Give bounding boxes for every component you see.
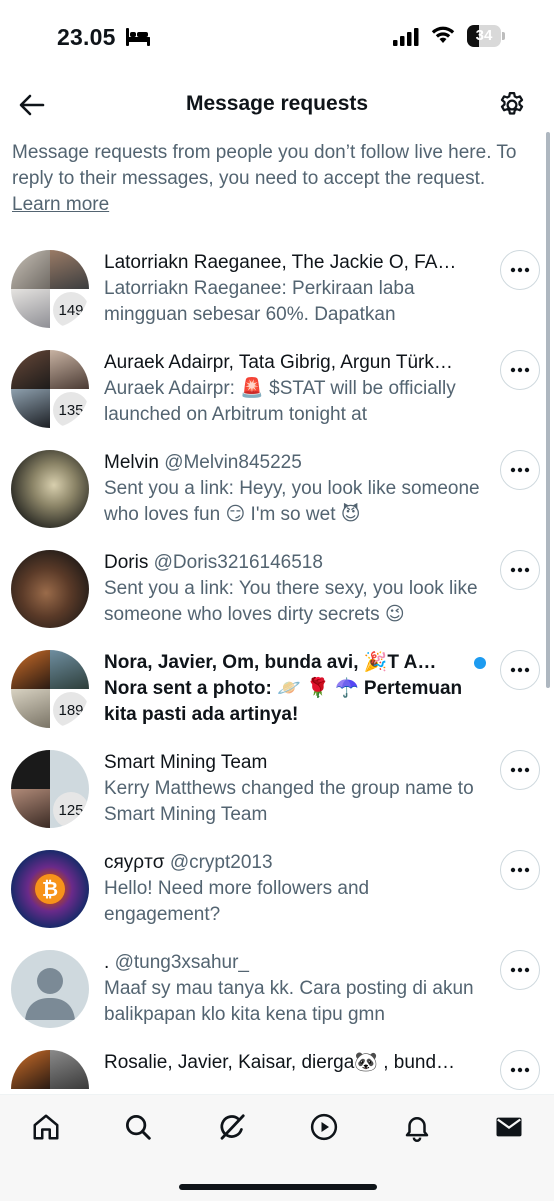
more-options-button[interactable] bbox=[500, 750, 540, 790]
more-options-button[interactable] bbox=[500, 350, 540, 390]
search-icon bbox=[126, 1115, 151, 1140]
conversation-name: Melvin bbox=[104, 452, 159, 473]
page-title: Message requests bbox=[185, 92, 369, 115]
message-preview: Maaf sy mau tanya kk. Cara posting di ak… bbox=[104, 978, 474, 1025]
bell-icon bbox=[405, 1117, 429, 1142]
default-profile-icon bbox=[25, 968, 75, 1020]
ellipsis-icon bbox=[510, 667, 530, 673]
more-options-button[interactable] bbox=[500, 250, 540, 290]
ellipsis-icon bbox=[510, 867, 530, 873]
message-preview: Kerry Matthews changed the group name to… bbox=[104, 778, 474, 825]
avatar bbox=[11, 550, 89, 628]
wifi-icon bbox=[431, 26, 455, 43]
gear-icon bbox=[500, 92, 524, 115]
more-options-button[interactable] bbox=[500, 850, 540, 890]
message-preview: Hello! Need more followers and engagemen… bbox=[104, 878, 370, 925]
bitcoin-icon: ₿ bbox=[35, 874, 65, 904]
request-row[interactable]: ₿ сяуρтσ @crypt2013 Hello! Need more fol… bbox=[0, 850, 554, 950]
ellipsis-icon bbox=[510, 967, 530, 973]
conversation-name: . bbox=[104, 952, 110, 973]
video-icon bbox=[310, 1113, 338, 1141]
ellipsis-icon bbox=[510, 1067, 530, 1073]
more-options-button[interactable] bbox=[500, 1050, 540, 1090]
message-preview: Auraek Adairpr: 🚨 $STAT will be official… bbox=[104, 378, 456, 425]
request-row[interactable]: 189 Nora, Javier, Om, bunda avi, 🎉T A… N… bbox=[0, 650, 554, 750]
member-count-badge: 135 bbox=[53, 392, 89, 428]
grok-icon bbox=[220, 1114, 245, 1140]
request-row[interactable]: . @tung3xsahur_ Maaf sy mau tanya kk. Ca… bbox=[0, 950, 554, 1050]
home-icon bbox=[33, 1114, 59, 1140]
info-description: Message requests from people you don’t f… bbox=[12, 142, 517, 189]
nav-video[interactable] bbox=[306, 1109, 342, 1145]
home-indicator bbox=[179, 1184, 377, 1190]
nav-home[interactable] bbox=[28, 1109, 64, 1145]
info-text: Message requests from people you don’t f… bbox=[12, 140, 542, 218]
avatar: 135 bbox=[11, 350, 89, 428]
request-row[interactable]: 125 Smart Mining Team Kerry Matthews cha… bbox=[0, 750, 554, 850]
nav-search[interactable] bbox=[120, 1109, 156, 1145]
ellipsis-icon bbox=[510, 567, 530, 573]
conversation-name: Rosalie, Javier, Kaisar, dierga🐼 , bund… bbox=[104, 1052, 456, 1073]
status-bar: 23.05 34 bbox=[0, 0, 554, 78]
message-preview: Nora sent a photo: 🪐 🌹 ☂️ Pertemuan kita… bbox=[104, 678, 463, 725]
ellipsis-icon bbox=[510, 267, 530, 273]
conversation-name: Latorriakn Raeganee, The Jackie O, FA… bbox=[104, 252, 457, 273]
user-handle: @Doris3216146518 bbox=[153, 552, 323, 573]
request-row[interactable]: 135 Auraek Adairpr, Tata Gibrig, Argun T… bbox=[0, 350, 554, 450]
member-count-badge: 125 bbox=[53, 792, 89, 828]
cellular-signal-icon bbox=[393, 28, 419, 46]
battery-level: 34 bbox=[475, 27, 493, 44]
conversation-name: Nora, Javier, Om, bunda avi, 🎉T A… bbox=[104, 652, 437, 673]
ellipsis-icon bbox=[510, 367, 530, 373]
more-options-button[interactable] bbox=[500, 550, 540, 590]
status-time: 23.05 bbox=[57, 24, 116, 50]
unread-indicator bbox=[474, 657, 486, 669]
member-count-badge: 149 bbox=[53, 292, 89, 328]
nav-grok[interactable] bbox=[214, 1109, 250, 1145]
sleep-focus-icon bbox=[126, 28, 150, 46]
scrollbar[interactable] bbox=[546, 132, 550, 688]
message-preview: Sent you a link: You there sexy, you loo… bbox=[104, 578, 478, 625]
more-options-button[interactable] bbox=[500, 450, 540, 490]
ellipsis-icon bbox=[510, 467, 530, 473]
conversation-name: Auraek Adairpr, Tata Gibrig, Argun Türk… bbox=[104, 352, 453, 373]
nav-messages[interactable] bbox=[491, 1109, 527, 1145]
battery-icon: 34 bbox=[467, 25, 501, 47]
conversation-name: Doris bbox=[104, 552, 149, 573]
avatar: 189 bbox=[11, 650, 89, 728]
settings-button[interactable] bbox=[497, 90, 527, 120]
nav-notifications[interactable] bbox=[399, 1109, 435, 1145]
member-count-badge: 189 bbox=[53, 692, 89, 728]
user-handle: @Melvin845225 bbox=[164, 452, 302, 473]
message-preview: Sent you a link: Heyy, you look like som… bbox=[104, 478, 480, 525]
avatar: ₿ bbox=[11, 850, 89, 928]
request-row[interactable]: 149 Latorriakn Raeganee, The Jackie O, F… bbox=[0, 250, 554, 350]
envelope-icon bbox=[496, 1117, 522, 1137]
avatar bbox=[11, 950, 89, 1028]
svg-text:₿: ₿ bbox=[42, 877, 58, 901]
conversation-name: сяуρтσ bbox=[104, 852, 165, 873]
user-handle: @tung3xsahur_ bbox=[114, 952, 249, 973]
more-options-button[interactable] bbox=[500, 950, 540, 990]
request-row[interactable]: Doris @Doris3216146518 Sent you a link: … bbox=[0, 550, 554, 650]
avatar bbox=[11, 450, 89, 528]
header: Message requests bbox=[0, 78, 554, 134]
avatar: 149 bbox=[11, 250, 89, 328]
more-options-button[interactable] bbox=[500, 650, 540, 690]
learn-more-link[interactable]: Learn more bbox=[12, 194, 109, 215]
ellipsis-icon bbox=[510, 767, 530, 773]
request-row[interactable]: Melvin @Melvin845225 Sent you a link: He… bbox=[0, 450, 554, 550]
avatar: 125 bbox=[11, 750, 89, 828]
conversation-name: Smart Mining Team bbox=[104, 752, 268, 773]
message-preview: Latorriakn Raeganee: Perkiraan laba ming… bbox=[104, 278, 415, 325]
user-handle: @crypt2013 bbox=[169, 852, 273, 873]
